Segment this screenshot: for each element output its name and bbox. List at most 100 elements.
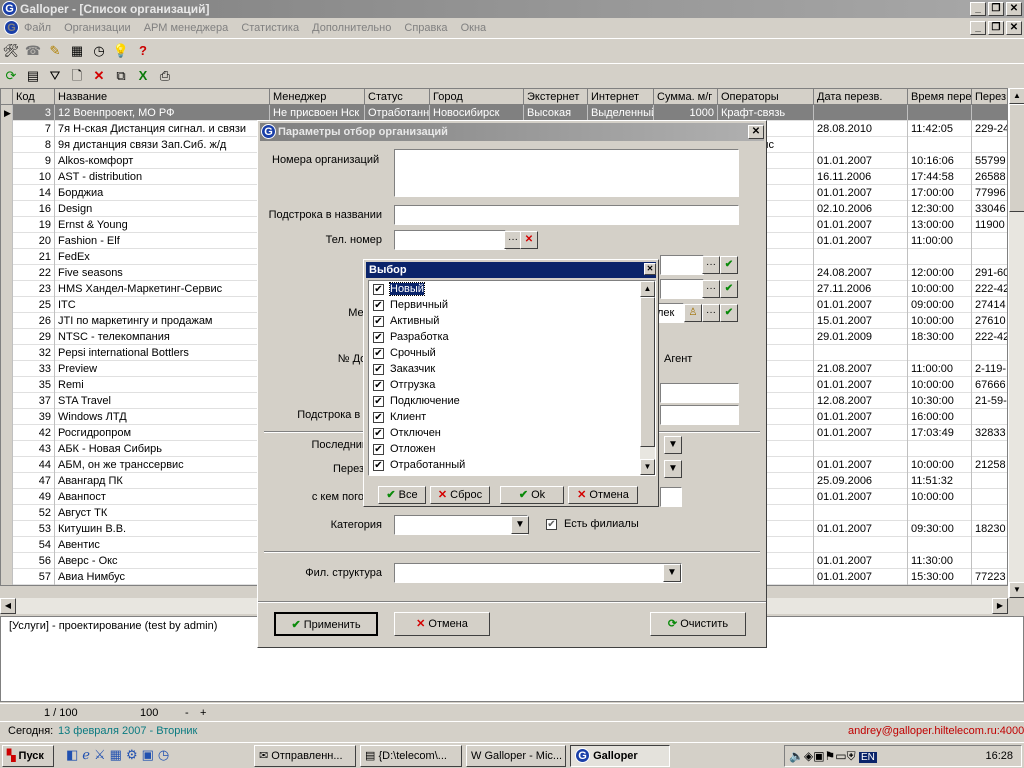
- flag-icon[interactable]: ⚑: [825, 749, 836, 763]
- child-minimize-button[interactable]: _: [970, 21, 986, 35]
- category-dropdown-button[interactable]: ▼: [511, 516, 529, 534]
- phone-icon[interactable]: ☎: [23, 41, 43, 61]
- checklist-item[interactable]: ✔ Активный: [369, 313, 655, 329]
- app-icon[interactable]: ▦: [110, 747, 126, 762]
- col-internet[interactable]: Интернет: [588, 89, 654, 105]
- scroll-down-button[interactable]: ▼: [1009, 582, 1024, 598]
- table-cell[interactable]: 14: [13, 185, 55, 201]
- city-apply-button[interactable]: ✔: [720, 280, 738, 298]
- plus-button[interactable]: +: [200, 704, 206, 722]
- table-cell[interactable]: 18:30:00: [908, 329, 972, 345]
- table-cell[interactable]: 18230: [972, 521, 1007, 537]
- table-cell[interactable]: 11900: [972, 217, 1007, 233]
- checkbox[interactable]: ✔: [373, 395, 384, 407]
- structure-select[interactable]: [394, 563, 682, 583]
- child-close-button[interactable]: ✕: [1006, 21, 1022, 35]
- table-cell[interactable]: [972, 505, 1007, 521]
- table-cell[interactable]: 7: [13, 121, 55, 137]
- table-cell[interactable]: [972, 137, 1007, 153]
- substring-field[interactable]: [394, 205, 739, 225]
- pencil-icon[interactable]: ✎: [45, 41, 65, 61]
- checkbox[interactable]: ✔: [373, 443, 384, 455]
- table-cell[interactable]: Росгидропром: [55, 425, 270, 441]
- col-recall-phone[interactable]: Перез: [972, 89, 1007, 105]
- table-cell[interactable]: STA Travel: [55, 393, 270, 409]
- table-cell[interactable]: 77996: [972, 185, 1007, 201]
- table-cell[interactable]: FedEx: [55, 249, 270, 265]
- delete-icon[interactable]: ✕: [89, 66, 109, 86]
- table-cell[interactable]: 43: [13, 441, 55, 457]
- task-word[interactable]: W Galloper - Mic...: [466, 745, 566, 767]
- table-cell[interactable]: Не присвоен Нск: [270, 105, 365, 121]
- table-cell[interactable]: [814, 537, 908, 553]
- table-cell[interactable]: 9: [13, 153, 55, 169]
- menu-organizations[interactable]: Организации: [64, 22, 131, 34]
- table-cell[interactable]: 56: [13, 553, 55, 569]
- table-cell[interactable]: 16: [13, 201, 55, 217]
- table-cell[interactable]: Новосибирск: [430, 105, 524, 121]
- table-cell[interactable]: [814, 105, 908, 121]
- phone-field[interactable]: [394, 230, 506, 250]
- cancel-button[interactable]: ✕ Отмена: [394, 612, 490, 636]
- lightbulb-icon[interactable]: 💡: [111, 41, 131, 61]
- status-browse-button[interactable]: ···: [702, 256, 720, 274]
- task-galloper[interactable]: G Galloper: [570, 745, 670, 767]
- table-cell[interactable]: 11:51:32: [908, 473, 972, 489]
- city-field[interactable]: [660, 279, 704, 299]
- table-cell[interactable]: 21-59-: [972, 393, 1007, 409]
- task-outlook[interactable]: ✉ Отправленн...: [254, 745, 356, 767]
- table-cell[interactable]: 01.01.2007: [814, 489, 908, 505]
- col-recall-date[interactable]: Дата перезв.: [814, 89, 908, 105]
- menu-arm-manager[interactable]: АРМ менеджера: [144, 22, 229, 34]
- table-cell[interactable]: Авиа Нимбус: [55, 569, 270, 585]
- table-cell[interactable]: Крафт-связь: [718, 105, 814, 121]
- table-cell[interactable]: 25.09.2006: [814, 473, 908, 489]
- speaker-icon[interactable]: 🔈: [789, 749, 804, 763]
- scroll-up-button[interactable]: ▲: [1009, 88, 1024, 104]
- table-cell[interactable]: 01.01.2007: [814, 521, 908, 537]
- table-cell[interactable]: [908, 249, 972, 265]
- last-call-dropdown[interactable]: ▼: [664, 436, 682, 454]
- col-operators[interactable]: Операторы: [718, 89, 814, 105]
- maximize-button[interactable]: ❐: [988, 2, 1004, 16]
- checkbox[interactable]: ✔: [373, 331, 384, 343]
- table-cell[interactable]: 44: [13, 457, 55, 473]
- table-cell[interactable]: 13:00:00: [908, 217, 972, 233]
- print-icon[interactable]: ⎙: [155, 66, 175, 86]
- table-cell[interactable]: 09:00:00: [908, 297, 972, 313]
- table-cell[interactable]: 229-24: [972, 121, 1007, 137]
- numbers-field[interactable]: [394, 149, 739, 197]
- table-cell[interactable]: 52: [13, 505, 55, 521]
- table-cell[interactable]: [972, 233, 1007, 249]
- checklist-item[interactable]: ✔ Отгрузка: [369, 377, 655, 393]
- table-cell[interactable]: 10:00:00: [908, 313, 972, 329]
- chooser-close-button[interactable]: ✕: [644, 263, 656, 275]
- checkbox[interactable]: ✔: [373, 379, 384, 391]
- checklist-item[interactable]: ✔ Срочный: [369, 345, 655, 361]
- table-cell[interactable]: 10:00:00: [908, 377, 972, 393]
- checklist-scroll-down[interactable]: ▼: [640, 459, 655, 475]
- table-cell[interactable]: 01.01.2007: [814, 297, 908, 313]
- checklist-item[interactable]: ✔ Разработка: [369, 329, 655, 345]
- tray-shield-icon[interactable]: ⛨: [847, 749, 856, 763]
- table-cell[interactable]: АБМ, он же транссервис: [55, 457, 270, 473]
- table-cell[interactable]: [908, 537, 972, 553]
- table-cell[interactable]: 3: [13, 105, 55, 121]
- sword-icon[interactable]: ⚔: [94, 747, 110, 762]
- help-icon[interactable]: ?: [133, 41, 153, 61]
- table-cell[interactable]: 10:16:06: [908, 153, 972, 169]
- table-cell[interactable]: Высокая: [524, 105, 588, 121]
- checkbox[interactable]: ✔: [373, 299, 384, 311]
- table-cell[interactable]: 27.11.2006: [814, 281, 908, 297]
- col-status[interactable]: Статус: [365, 89, 430, 105]
- table-cell[interactable]: 26: [13, 313, 55, 329]
- branches-checkbox[interactable]: ✔: [546, 519, 557, 530]
- minus-button[interactable]: -: [185, 704, 189, 722]
- ie-icon[interactable]: ℯ: [82, 747, 94, 762]
- table-cell[interactable]: 32: [13, 345, 55, 361]
- table-cell[interactable]: 24.08.2007: [814, 265, 908, 281]
- table-cell[interactable]: [814, 345, 908, 361]
- table-cell[interactable]: NTSC - телекомпания: [55, 329, 270, 345]
- checklist-scroll-up[interactable]: ▲: [640, 281, 655, 297]
- status-apply-button[interactable]: ✔: [720, 256, 738, 274]
